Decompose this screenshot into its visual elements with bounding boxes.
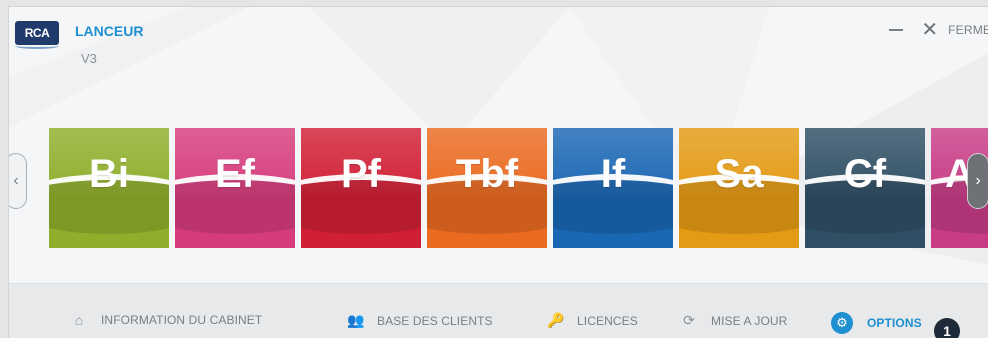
- toolbar-item-label: LICENCES: [577, 313, 638, 328]
- minimize-icon[interactable]: [889, 29, 904, 31]
- carousel-next-button[interactable]: ›: [967, 153, 988, 209]
- logo-swoosh: [15, 43, 59, 49]
- launcher-window: RCA LANCEUR V3 ✕ FERMER ‹ Bi Ef Pf Tbf I…: [8, 6, 988, 338]
- tile-label: Ef: [215, 152, 255, 196]
- close-button[interactable]: FERMER: [948, 23, 988, 37]
- tile-tbf[interactable]: Tbf: [427, 128, 547, 248]
- users-icon: 👥: [347, 312, 365, 328]
- toolbar-item-label: OPTIONS: [867, 316, 922, 330]
- toolbar-item-label: INFORMATION DU CABINET: [101, 313, 263, 327]
- app-version: V3: [81, 51, 97, 66]
- rca-logo: RCA: [15, 21, 59, 45]
- tile-label: Pf: [341, 152, 381, 196]
- gear-icon: ⚙: [831, 312, 853, 334]
- step-badge: 1: [934, 318, 960, 338]
- toolbar-item-options[interactable]: ⚙ OPTIONS: [831, 312, 922, 334]
- toolbar-item-information-cabinet[interactable]: ⌂ INFORMATION DU CABINET: [71, 312, 262, 328]
- tile-if[interactable]: If: [553, 128, 673, 248]
- tile-label: Sa: [714, 152, 764, 196]
- toolbar-item-licences[interactable]: 🔑 LICENCES: [547, 312, 638, 329]
- tile-pf[interactable]: Pf: [301, 128, 421, 248]
- bottom-toolbar: ⌂ INFORMATION DU CABINET 👥 BASE DES CLIE…: [9, 283, 988, 338]
- toolbar-item-label: BASE DES CLIENTS: [377, 313, 493, 328]
- tile-label: Bi: [89, 152, 129, 196]
- close-icon[interactable]: ✕: [921, 20, 938, 40]
- app-tiles: Bi Ef Pf Tbf If Sa Cf A: [49, 128, 988, 248]
- app-title: LANCEUR: [75, 23, 144, 39]
- tile-label: Tbf: [455, 152, 519, 196]
- refresh-icon: ⟳: [683, 312, 695, 328]
- carousel-prev-button[interactable]: ‹: [9, 153, 27, 209]
- key-icon: 🔑: [547, 312, 565, 328]
- tile-label: If: [600, 152, 626, 196]
- tile-cf[interactable]: Cf: [805, 128, 925, 248]
- toolbar-item-label: MISE A JOUR: [711, 313, 788, 328]
- chevron-left-icon: ‹: [13, 172, 19, 189]
- toolbar-item-mise-a-jour[interactable]: ⟳ MISE A JOUR: [681, 312, 787, 329]
- tile-sa[interactable]: Sa: [679, 128, 799, 248]
- tile-bi[interactable]: Bi: [49, 128, 169, 248]
- chevron-right-icon: ›: [975, 172, 981, 189]
- tile-label: Cf: [843, 152, 887, 196]
- home-icon: ⌂: [74, 312, 84, 328]
- toolbar-item-base-clients[interactable]: 👥 BASE DES CLIENTS: [347, 312, 493, 329]
- tile-ef[interactable]: Ef: [175, 128, 295, 248]
- window-controls: ✕ FERMER: [889, 20, 988, 40]
